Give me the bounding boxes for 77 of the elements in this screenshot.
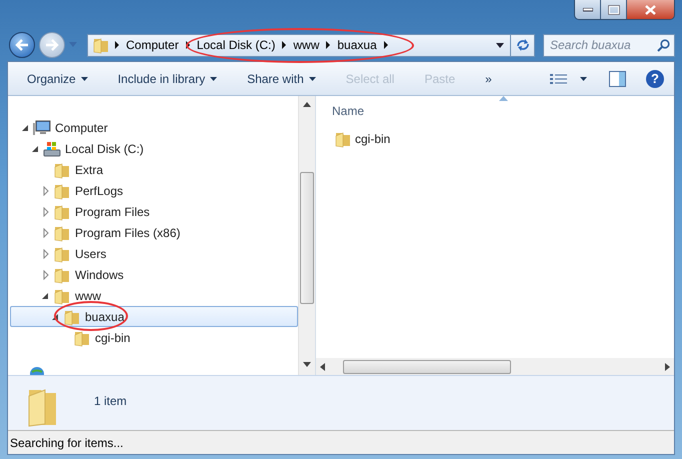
folder-icon [53,224,71,242]
refresh-icon [514,38,530,52]
collapsed-triangle-icon[interactable] [41,248,51,258]
chevron-icon[interactable] [281,41,288,49]
folder-icon [73,328,91,346]
toolbar-button[interactable]: Share with [239,66,324,90]
caret-icon[interactable] [580,76,587,80]
expanded-triangle-icon[interactable] [31,144,41,154]
tree-item[interactable]: Extra [10,159,298,180]
view-list-icon[interactable] [550,72,568,84]
vertical-scrollbar[interactable] [298,96,315,375]
scroll-up-arrow-icon[interactable] [303,102,311,107]
search-icon [657,38,670,52]
chevron-icon[interactable] [184,41,191,49]
computer-icon [33,118,51,136]
folder-icon [92,36,108,54]
item-count: 1 item [94,393,127,410]
tree-item[interactable]: buaxua [10,306,298,327]
expanded-triangle-icon[interactable] [51,312,61,322]
folder-icon [53,244,71,262]
breadcrumb-segment[interactable]: buaxua [337,36,377,54]
expanded-triangle-icon[interactable] [21,122,31,132]
scroll-down-arrow-icon[interactable] [303,362,311,367]
folder-icon [53,286,71,304]
breadcrumb-segment[interactable]: Local Disk (C:) [196,36,276,54]
tree-item[interactable]: www [10,285,298,306]
folder-icon [63,308,81,326]
column-header[interactable]: Name [332,101,674,121]
maximize-icon [608,4,620,14]
maximize-button[interactable] [601,0,627,19]
drive-icon [43,140,61,158]
status-text: Searching for items... [8,430,674,454]
file-item[interactable]: cgi-bin [332,129,392,149]
chevron-icon[interactable] [325,41,332,49]
folder-icon [53,202,71,220]
back-button[interactable] [9,32,35,58]
forward-button[interactable] [39,32,65,58]
toolbar-button[interactable]: Include in library [110,66,226,90]
breadcrumb-segment[interactable]: www [293,36,320,54]
refresh-button[interactable] [511,34,535,56]
folder-icon [53,266,71,284]
tree-item[interactable]: Users [10,243,298,264]
collapsed-triangle-icon[interactable] [41,206,51,216]
chevron-icon[interactable] [382,41,389,49]
collapsed-triangle-icon[interactable] [41,186,51,196]
tree-item[interactable]: Program Files (x86) [10,222,298,243]
scroll-left-arrow-icon[interactable] [320,362,325,370]
tree-item[interactable]: Local Disk (C:) [10,138,298,159]
toolbar-button[interactable]: » [477,66,500,90]
tree-item[interactable]: Windows [10,264,298,285]
sort-arrow-icon [499,96,508,101]
close-icon [645,4,656,14]
close-button[interactable] [627,0,674,19]
tree-item[interactable]: PerfLogs [10,180,298,201]
forward-arrow-icon [45,39,59,51]
tree-item[interactable]: Computer [10,117,298,138]
folder-icon [334,130,350,148]
dropdown-arrow-icon[interactable] [496,42,504,48]
collapsed-triangle-icon[interactable] [41,270,51,280]
minimize-button[interactable] [575,0,601,19]
scroll-right-arrow-icon[interactable] [665,362,670,370]
help-button[interactable]: ? [646,70,664,88]
toolbar-button[interactable]: Organize [19,66,96,90]
chevron-icon[interactable] [114,41,120,49]
back-arrow-icon [15,39,29,51]
horizontal-scrollbar[interactable] [316,358,674,375]
address-bar[interactable]: Computer Local Disk (C:) www buaxua [87,34,511,56]
tree-item[interactable]: Program Files [10,201,298,222]
expanded-triangle-icon[interactable] [41,290,51,300]
breadcrumb-segment[interactable]: Computer [126,36,179,54]
folder-icon [53,182,71,200]
preview-pane-icon[interactable] [609,70,626,86]
tree-item[interactable]: cgi-bin [10,327,298,348]
collapsed-triangle-icon[interactable] [41,228,51,238]
folder-icon [53,160,71,178]
minimize-icon [582,8,592,12]
search-field[interactable]: Search buaxua [543,34,675,56]
